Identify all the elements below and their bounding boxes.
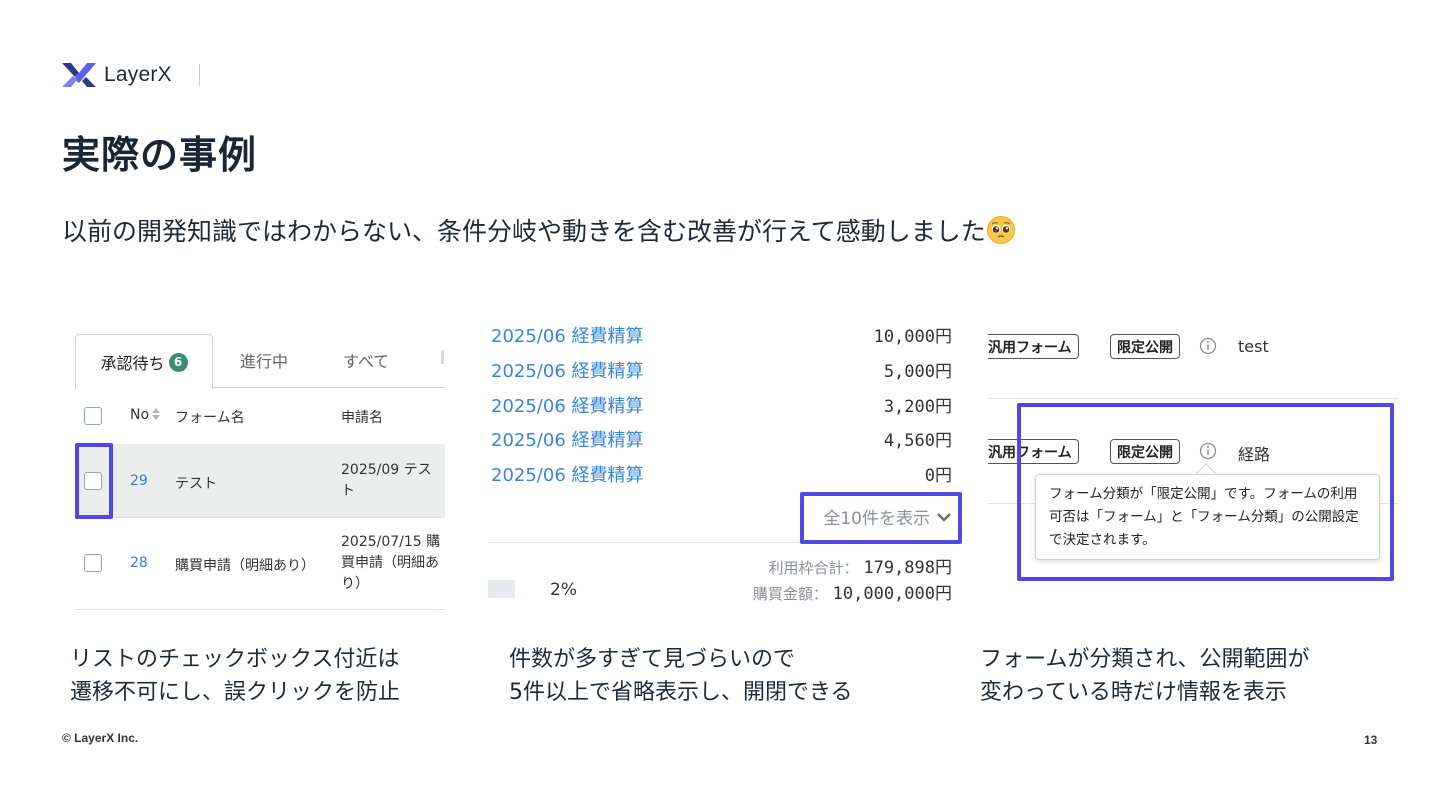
approval-list-panel: 承認待ち 6 進行中 すべて No フォーム名 申請名 29 テスト 2025/… <box>75 330 445 612</box>
tab-pending[interactable]: 承認待ち 6 <box>75 334 213 389</box>
expense-amount: 0円 <box>924 466 952 486</box>
page-number: 13 <box>1364 733 1378 747</box>
expense-row: 2025/06 経費精算 10,000円 <box>488 320 954 350</box>
copyright: © LayerX Inc. <box>62 731 139 745</box>
brand-name: LayerX <box>104 63 172 86</box>
usage-total-label: 利用枠合計： <box>768 559 859 577</box>
expense-row: 2025/06 経費精算 3,200円 <box>488 390 954 420</box>
usage-progress-bar <box>488 580 515 598</box>
table-header: No フォーム名 申請名 <box>75 390 445 442</box>
caption-1: リストのチェックボックス付近は 遷移不可にし、誤クリックを防止 <box>70 643 400 709</box>
row-application-name: 2025/07/15 購買申請（明細あり） <box>341 534 441 592</box>
tab-in-progress[interactable]: 進行中 <box>240 348 288 372</box>
page-title: 実際の事例 <box>62 133 258 177</box>
table-row[interactable]: 28 購買申請（明細あり） 2025/07/15 購買申請（明細あり） <box>75 518 445 610</box>
expense-amount: 5,000円 <box>883 362 952 382</box>
expense-amount: 3,200円 <box>883 397 952 417</box>
tab-bar: 承認待ち 6 進行中 すべて <box>75 330 445 389</box>
expense-row: 2025/06 経費精算 0円 <box>488 459 954 489</box>
expense-link[interactable]: 2025/06 経費精算 <box>491 426 644 452</box>
scope-tag: 限定公開 <box>1110 334 1180 359</box>
purchase-amount-value: 10,000,000円 <box>832 584 952 604</box>
column-form-name: フォーム名 <box>175 410 245 426</box>
row-form-name: テスト <box>175 476 217 492</box>
info-icon[interactable] <box>1199 337 1217 355</box>
row-no[interactable]: 29 <box>130 473 148 489</box>
row-value: test <box>1238 337 1269 356</box>
expense-list-panel: 2025/06 経費精算 10,000円 2025/06 経費精算 5,000円… <box>488 318 958 608</box>
purchase-amount-label: 購買金額： <box>752 585 828 603</box>
select-all-checkbox[interactable] <box>84 407 102 425</box>
usage-percent: 2% <box>550 580 577 600</box>
usage-total: 利用枠合計： 179,898円 <box>769 553 952 578</box>
row-application-name: 2025/09 テスト <box>341 462 432 499</box>
header-divider <box>199 64 200 86</box>
pending-count-badge: 6 <box>168 352 188 372</box>
tab-overflow-indicator <box>441 350 444 364</box>
highlight-checkbox-area <box>75 443 113 519</box>
highlight-show-all <box>800 492 962 544</box>
caption-line: リストのチェックボックス付近は <box>70 647 400 672</box>
tab-all[interactable]: すべて <box>343 348 389 372</box>
lead-text: 以前の開発知識ではわからない、条件分岐や動きを含む改善が行えて感動しました <box>62 212 1016 248</box>
usage-total-value: 179,898円 <box>863 558 952 578</box>
divider <box>988 398 1398 399</box>
expense-link[interactable]: 2025/06 経費精算 <box>491 357 644 383</box>
table-row[interactable]: 29 テスト 2025/09 テスト <box>75 444 445 518</box>
expense-row: 2025/06 経費精算 4,560円 <box>488 424 954 454</box>
expense-amount: 10,000円 <box>873 327 952 347</box>
sort-icon[interactable] <box>151 407 161 421</box>
row-no[interactable]: 28 <box>130 555 148 571</box>
row-form-name: 購買申請（明細あり） <box>175 558 315 574</box>
caption-3: フォームが分類され、公開範囲が 変わっている時だけ情報を表示 <box>980 643 1310 709</box>
column-no-label: No <box>130 407 150 423</box>
caption-2: 件数が多すぎて見づらいので 5件以上で省略表示し、開閉できる <box>509 643 853 709</box>
form-tag: 汎用フォーム <box>988 334 1079 359</box>
expense-row: 2025/06 経費精算 5,000円 <box>488 355 954 385</box>
pleading-face-icon <box>986 216 1015 244</box>
caption-line: 件数が多すぎて見づらいので <box>509 647 796 672</box>
purchase-amount: 購買金額： 10,000,000円 <box>753 579 952 604</box>
expense-link[interactable]: 2025/06 経費精算 <box>491 392 644 418</box>
expense-amount: 4,560円 <box>883 431 952 451</box>
layerx-logo: LayerX <box>62 60 172 90</box>
column-application-name: 申請名 <box>341 410 383 426</box>
caption-line: 遷移不可にし、誤クリックを防止 <box>70 680 401 705</box>
expense-link[interactable]: 2025/06 経費精算 <box>491 461 644 487</box>
column-no[interactable]: No <box>130 407 161 423</box>
layerx-mark-icon <box>62 63 96 87</box>
caption-line: 変わっている時だけ情報を表示 <box>980 680 1287 705</box>
caption-line: 5件以上で省略表示し、開閉できる <box>509 680 853 705</box>
row-checkbox[interactable] <box>84 554 102 572</box>
tab-pending-label: 承認待ち <box>100 354 165 373</box>
highlight-tooltip-area <box>1017 403 1394 581</box>
lead-sentence: 以前の開発知識ではわからない、条件分岐や動きを含む改善が行えて感動しました <box>62 217 986 246</box>
expense-link[interactable]: 2025/06 経費精算 <box>491 322 644 348</box>
caption-line: フォームが分類され、公開範囲が <box>980 647 1310 672</box>
